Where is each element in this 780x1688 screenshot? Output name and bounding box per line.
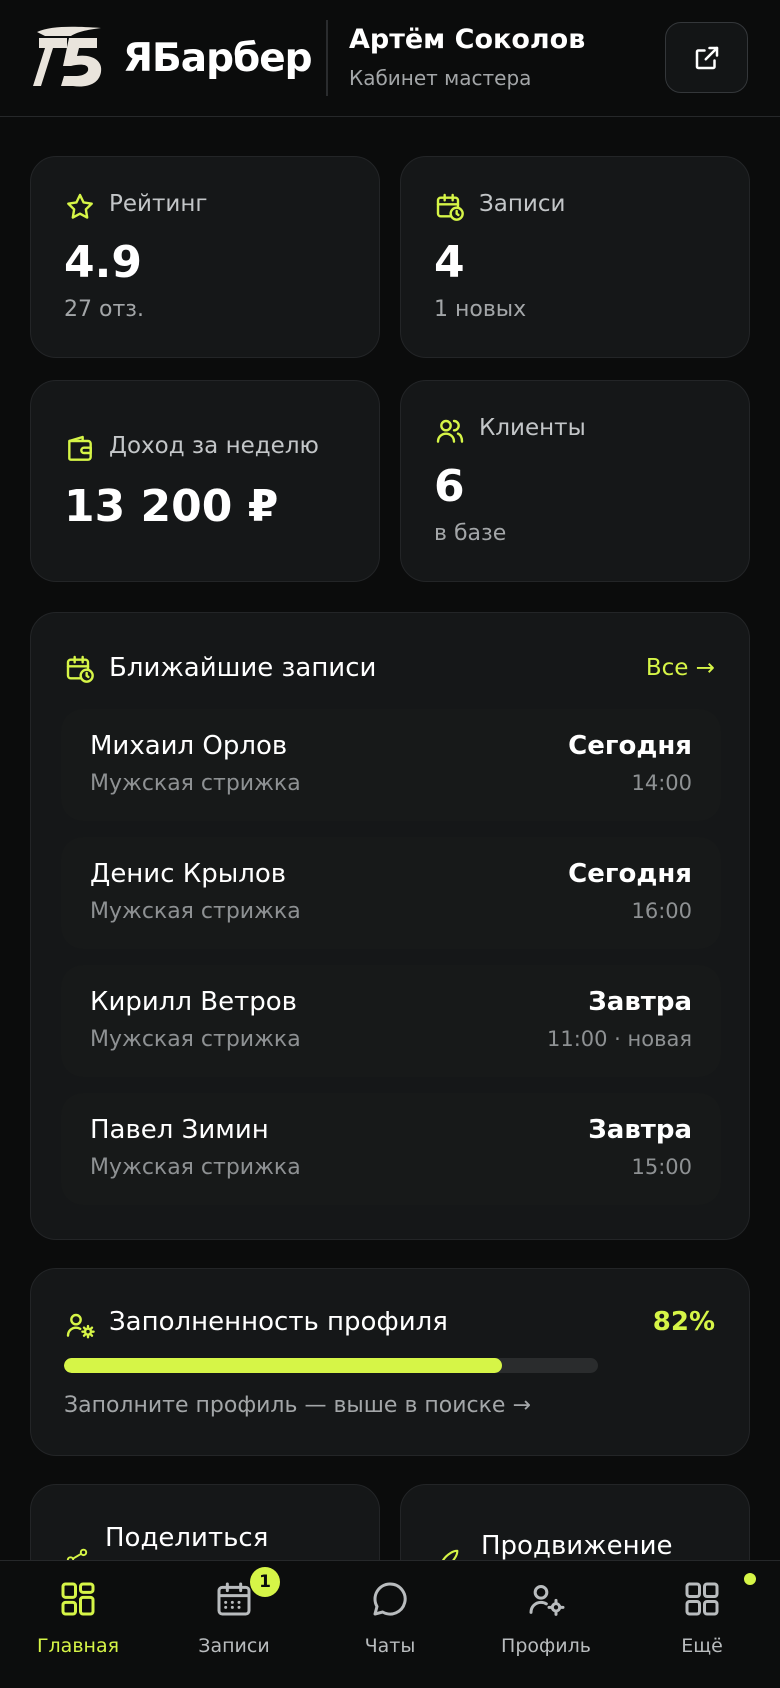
tab-label: Ещё (681, 1635, 723, 1657)
wallet-icon (68, 435, 92, 461)
client-name: Кирилл Ветров (90, 987, 297, 1017)
completion-progress-bar (64, 1358, 598, 1373)
booking-time: 11:00 · новая (546, 1027, 692, 1051)
see-all-link[interactable]: Все → (646, 655, 715, 681)
booking-time: 16:00 (631, 899, 692, 923)
upcoming-bookings-card: Ближайшие записи Все → Михаил Орлов Мужс… (30, 612, 750, 1240)
client-name: Денис Крылов (90, 859, 287, 889)
booking-item[interactable]: Денис Крылов Мужская стрижка Сегодня 16:… (61, 837, 721, 949)
app-header: ЯБарбер Артём Соколов Кабинет мастера (0, 0, 780, 117)
logo-icon (33, 26, 102, 87)
completion-hint[interactable]: Заполните профиль — выше в поиске → (64, 1393, 531, 1418)
tab-chats[interactable]: Чаты (312, 1561, 468, 1688)
completion-progress-fill (64, 1358, 502, 1373)
share-label: Поделиться (105, 1523, 269, 1553)
stat-label: Клиенты (479, 415, 586, 441)
service-name: Мужская стрижка (90, 899, 301, 924)
chat-bubble-icon (373, 1582, 407, 1616)
user-settings-icon (529, 1585, 565, 1616)
stat-sub: в базе (434, 521, 507, 546)
stat-value: 4.9 (64, 237, 142, 288)
booking-day: Завтра (588, 987, 692, 1017)
user-role: Кабинет мастера (349, 66, 532, 90)
stat-label: Рейтинг (109, 191, 208, 217)
client-name: Павел Зимин (90, 1115, 269, 1145)
stat-value: 4 (434, 237, 465, 288)
section-title: Заполненность профиля (109, 1307, 448, 1337)
stat-label: Доход за неделю (109, 433, 319, 459)
stat-sub: 27 отз. (64, 297, 144, 322)
calendar-clock-icon (66, 655, 94, 683)
booking-day: Сегодня (568, 731, 692, 761)
stat-card-bookings[interactable]: Записи 4 1 новых (400, 156, 750, 358)
booking-item[interactable]: Михаил Орлов Мужская стрижка Сегодня 14:… (61, 709, 721, 821)
tab-label: Записи (198, 1635, 270, 1657)
tab-label: Главная (36, 1635, 120, 1657)
header-divider (326, 20, 328, 96)
stat-card-clients[interactable]: Клиенты 6 в базе (400, 380, 750, 582)
star-icon (67, 193, 93, 219)
tab-profile[interactable]: Профиль (468, 1561, 624, 1688)
external-link-icon (695, 46, 718, 69)
calendar-icon (217, 1582, 251, 1616)
completion-percent: 82% (652, 1307, 715, 1337)
stat-card-income[interactable]: Доход за неделю 13 200 ₽ (30, 380, 380, 582)
tab-label: Профиль (501, 1635, 591, 1657)
booking-item[interactable]: Кирилл Ветров Мужская стрижка Завтра 11:… (61, 965, 721, 1077)
apps-grid-icon (685, 1582, 719, 1616)
stat-sub: 1 новых (434, 297, 527, 322)
section-title: Ближайшие записи (109, 653, 377, 683)
stat-label: Записи (479, 191, 566, 217)
booking-item[interactable]: Павел Зимин Мужская стрижка Завтра 15:00 (61, 1093, 721, 1205)
tab-more[interactable]: Ещё (624, 1561, 780, 1688)
user-name: Артём Соколов (349, 24, 586, 55)
user-settings-icon (66, 1313, 95, 1339)
booking-day: Сегодня (568, 859, 692, 889)
tab-bookings[interactable]: 1 Записи (156, 1561, 312, 1688)
promotion-label: Продвижение (481, 1531, 673, 1561)
service-name: Мужская стрижка (90, 1027, 301, 1052)
tab-home[interactable]: Главная (0, 1561, 156, 1688)
grid-icon (61, 1582, 95, 1616)
booking-time: 14:00 (631, 771, 692, 795)
notification-dot (742, 1571, 758, 1587)
calendar-clock-icon (436, 193, 464, 221)
stat-value: 6 (434, 461, 465, 512)
client-name: Михаил Орлов (90, 731, 288, 761)
open-external-button[interactable] (665, 22, 748, 93)
stat-card-rating[interactable]: Рейтинг 4.9 27 отз. (30, 156, 380, 358)
users-icon (436, 419, 464, 443)
service-name: Мужская стрижка (90, 771, 301, 796)
profile-completion-card[interactable]: Заполненность профиля 82% Заполните проф… (30, 1268, 750, 1456)
bottom-tab-bar: Главная 1 Записи Чаты Профиль Ещё (0, 1560, 780, 1688)
tab-label: Чаты (364, 1635, 416, 1657)
brand-name: ЯБарбер (123, 36, 313, 81)
bookings-badge: 1 (250, 1567, 280, 1597)
stat-value: 13 200 ₽ (64, 481, 279, 532)
service-name: Мужская стрижка (90, 1155, 301, 1180)
booking-time: 15:00 (631, 1155, 692, 1179)
booking-day: Завтра (588, 1115, 692, 1145)
